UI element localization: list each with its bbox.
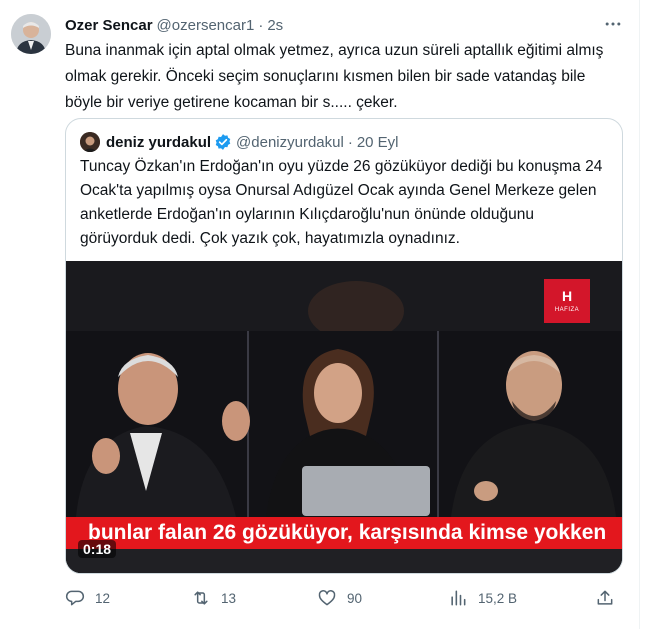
quoted-header: deniz yurdakul @denizyurdakul · 20 Eyl	[80, 131, 399, 153]
channel-logo: H HAFIZA	[544, 279, 590, 323]
views-count: 15,2 B	[478, 590, 518, 606]
quoted-date[interactable]: 20 Eyl	[357, 134, 399, 151]
quoted-avatar[interactable]	[80, 132, 100, 152]
action-bar: 12 13 90 15,2 B	[65, 586, 625, 610]
quoted-author-handle[interactable]: @denizyurdakul	[236, 134, 344, 151]
retweet-count: 13	[221, 590, 237, 606]
views-icon	[451, 590, 466, 606]
video-caption-bar: bunlar falan 26 gözüküyor, karşısında ki…	[66, 517, 622, 549]
verified-icon	[214, 133, 232, 151]
tweet[interactable]: Ozer Sencar @ozersencar1 · 2s Buna inanm…	[0, 0, 640, 629]
video-duration: 0:18	[78, 540, 117, 558]
like-icon	[318, 590, 336, 606]
quoted-text: Tuncay Özkan'ın Erdoğan'ın oyu yüzde 26 …	[80, 158, 603, 247]
reply-button[interactable]: 12	[65, 586, 110, 610]
reply-count: 12	[95, 590, 111, 606]
more-icon[interactable]	[601, 12, 625, 36]
channel-logo-sub: HAFIZA	[554, 307, 580, 313]
retweet-icon	[194, 591, 208, 605]
reply-icon	[65, 590, 85, 606]
quoted-author-name[interactable]: deniz yurdakul	[106, 134, 211, 151]
share-icon	[597, 590, 613, 605]
separator: ·	[258, 16, 264, 34]
video-caption: bunlar falan 26 gözüküyor, karşısında ki…	[88, 521, 607, 544]
views-button[interactable]: 15,2 B	[448, 586, 517, 610]
tweet-time[interactable]: 2s	[267, 17, 283, 34]
quoted-tweet[interactable]: deniz yurdakul @denizyurdakul · 20 Eyl T…	[65, 118, 623, 574]
retweet-button[interactable]: 13	[191, 586, 236, 610]
separator: ·	[347, 133, 353, 151]
author-avatar[interactable]	[11, 14, 51, 54]
channel-logo-letter: H	[561, 288, 573, 304]
video-player[interactable]: H HAFIZA bunlar falan 26 gözüküyor, karş…	[66, 261, 622, 573]
share-button[interactable]	[595, 586, 625, 610]
like-button[interactable]: 90	[317, 586, 362, 610]
tweet-header: Ozer Sencar @ozersencar1 · 2s	[65, 14, 625, 36]
author-handle[interactable]: @ozersencar1	[157, 17, 255, 34]
author-name[interactable]: Ozer Sencar	[65, 17, 153, 34]
tweet-text: Buna inanmak için aptal olmak yetmez, ay…	[65, 42, 604, 111]
like-count: 90	[347, 590, 363, 606]
